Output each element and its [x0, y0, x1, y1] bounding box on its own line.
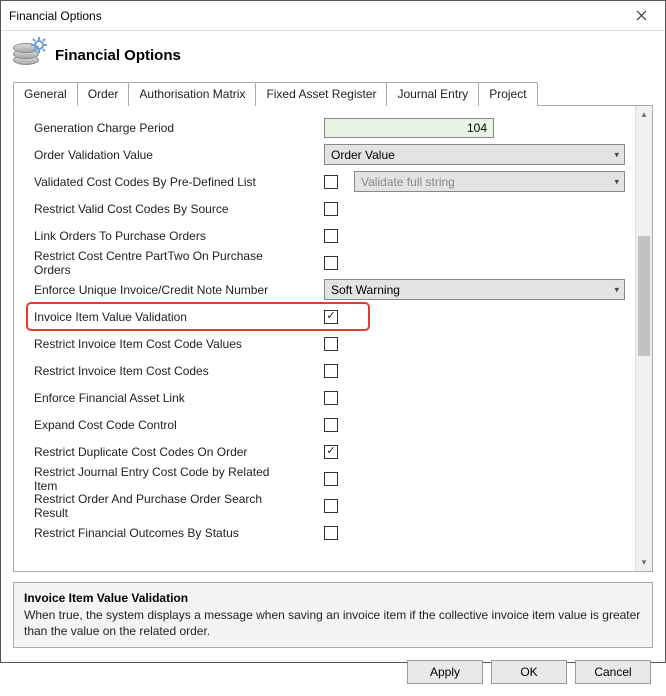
- restrict-journal-entry-cost-code-checkbox[interactable]: [324, 472, 338, 486]
- order-validation-value-select[interactable]: Order Value ▾: [324, 144, 625, 165]
- label: Restrict Journal Entry Cost Code by Rela…: [32, 465, 294, 493]
- scroll-up-arrow-icon[interactable]: ▴: [636, 106, 652, 123]
- apply-button[interactable]: Apply: [407, 660, 483, 684]
- scrollbar-thumb[interactable]: [638, 236, 650, 356]
- chevron-down-icon: ▾: [614, 149, 619, 160]
- database-gear-icon: [13, 39, 45, 71]
- ok-button[interactable]: OK: [491, 660, 567, 684]
- description-title: Invoice Item Value Validation: [24, 591, 642, 605]
- tab-authorisation-matrix[interactable]: Authorisation Matrix: [128, 82, 256, 106]
- chevron-down-icon: ▾: [614, 284, 619, 295]
- scroll-down-arrow-icon[interactable]: ▾: [636, 554, 652, 571]
- tab-journal-entry[interactable]: Journal Entry: [386, 82, 479, 106]
- field-invoice-item-value-validation: Invoice Item Value Validation: [32, 303, 625, 330]
- label: Restrict Financial Outcomes By Status: [32, 526, 294, 540]
- label: Link Orders To Purchase Orders: [32, 229, 294, 243]
- label: Order Validation Value: [32, 148, 294, 162]
- enforce-unique-invoice-number-select[interactable]: Soft Warning ▾: [324, 279, 625, 300]
- restrict-cost-centre-parttwo-checkbox[interactable]: [324, 256, 338, 270]
- label: Restrict Invoice Item Cost Code Values: [32, 337, 294, 351]
- label: Restrict Duplicate Cost Codes On Order: [32, 445, 294, 459]
- description-body: When true, the system displays a message…: [24, 607, 642, 639]
- field-enforce-financial-asset-link: Enforce Financial Asset Link: [32, 384, 625, 411]
- dialog-title: Financial Options: [55, 47, 181, 64]
- field-restrict-cost-centre-parttwo: Restrict Cost Centre PartTwo On Purchase…: [32, 249, 625, 276]
- tab-project[interactable]: Project: [478, 82, 537, 106]
- window-title: Financial Options: [9, 9, 625, 23]
- dialog-buttons: Apply OK Cancel: [1, 648, 665, 696]
- field-restrict-valid-cost-codes-by-source: Restrict Valid Cost Codes By Source: [32, 195, 625, 222]
- restrict-duplicate-cost-codes-order-checkbox[interactable]: [324, 445, 338, 459]
- label: Enforce Financial Asset Link: [32, 391, 294, 405]
- label: Expand Cost Code Control: [32, 418, 294, 432]
- tab-order[interactable]: Order: [77, 82, 130, 106]
- field-restrict-invoice-item-cost-codes: Restrict Invoice Item Cost Codes: [32, 357, 625, 384]
- field-validated-cost-codes-predefined: Validated Cost Codes By Pre-Defined List…: [32, 168, 625, 195]
- field-order-validation-value: Order Validation Value Order Value ▾: [32, 141, 625, 168]
- field-enforce-unique-invoice-number: Enforce Unique Invoice/Credit Note Numbe…: [32, 276, 625, 303]
- validate-string-select: Validate full string ▾: [354, 171, 625, 192]
- restrict-order-purchase-order-search-checkbox[interactable]: [324, 499, 338, 513]
- field-restrict-duplicate-cost-codes-order: Restrict Duplicate Cost Codes On Order: [32, 438, 625, 465]
- select-value: Soft Warning: [331, 283, 400, 297]
- tab-panel: Generation Charge Period Order Validatio…: [13, 106, 653, 572]
- enforce-financial-asset-link-checkbox[interactable]: [324, 391, 338, 405]
- label: Enforce Unique Invoice/Credit Note Numbe…: [32, 283, 294, 297]
- field-restrict-invoice-item-cost-code-values: Restrict Invoice Item Cost Code Values: [32, 330, 625, 357]
- close-icon: [636, 10, 647, 21]
- tab-fixed-asset-register[interactable]: Fixed Asset Register: [255, 82, 387, 106]
- restrict-valid-cost-codes-by-source-checkbox[interactable]: [324, 202, 338, 216]
- restrict-invoice-item-cost-codes-checkbox[interactable]: [324, 364, 338, 378]
- field-link-orders-to-purchase-orders: Link Orders To Purchase Orders: [32, 222, 625, 249]
- description-panel: Invoice Item Value Validation When true,…: [13, 582, 653, 648]
- label: Restrict Invoice Item Cost Codes: [32, 364, 294, 378]
- expand-cost-code-control-checkbox[interactable]: [324, 418, 338, 432]
- tab-general[interactable]: General: [13, 82, 78, 106]
- titlebar: Financial Options: [1, 1, 665, 31]
- field-expand-cost-code-control: Expand Cost Code Control: [32, 411, 625, 438]
- label: Generation Charge Period: [32, 121, 294, 135]
- invoice-item-value-validation-checkbox[interactable]: [324, 310, 338, 324]
- vertical-scrollbar[interactable]: ▴ ▾: [635, 106, 652, 571]
- select-value: Validate full string: [361, 175, 455, 189]
- label: Invoice Item Value Validation: [32, 310, 294, 324]
- dialog-header: Financial Options: [1, 31, 665, 81]
- cancel-button[interactable]: Cancel: [575, 660, 651, 684]
- field-generation-charge-period: Generation Charge Period: [32, 114, 625, 141]
- label: Restrict Cost Centre PartTwo On Purchase…: [32, 249, 294, 277]
- chevron-down-icon: ▾: [614, 176, 619, 187]
- general-tab-content: Generation Charge Period Order Validatio…: [14, 106, 635, 571]
- field-restrict-order-purchase-order-search: Restrict Order And Purchase Order Search…: [32, 492, 625, 519]
- label: Restrict Order And Purchase Order Search…: [32, 492, 294, 520]
- validated-cost-codes-predefined-checkbox[interactable]: [324, 175, 338, 189]
- label: Restrict Valid Cost Codes By Source: [32, 202, 294, 216]
- link-orders-to-purchase-orders-checkbox[interactable]: [324, 229, 338, 243]
- tab-strip: General Order Authorisation Matrix Fixed…: [13, 81, 653, 106]
- label: Validated Cost Codes By Pre-Defined List: [32, 175, 294, 189]
- restrict-invoice-item-cost-code-values-checkbox[interactable]: [324, 337, 338, 351]
- select-value: Order Value: [331, 148, 395, 162]
- restrict-financial-outcomes-by-status-checkbox[interactable]: [324, 526, 338, 540]
- field-restrict-financial-outcomes-by-status: Restrict Financial Outcomes By Status: [32, 519, 625, 546]
- close-button[interactable]: [625, 5, 657, 27]
- generation-charge-period-input[interactable]: [324, 118, 494, 138]
- field-restrict-journal-entry-cost-code: Restrict Journal Entry Cost Code by Rela…: [32, 465, 625, 492]
